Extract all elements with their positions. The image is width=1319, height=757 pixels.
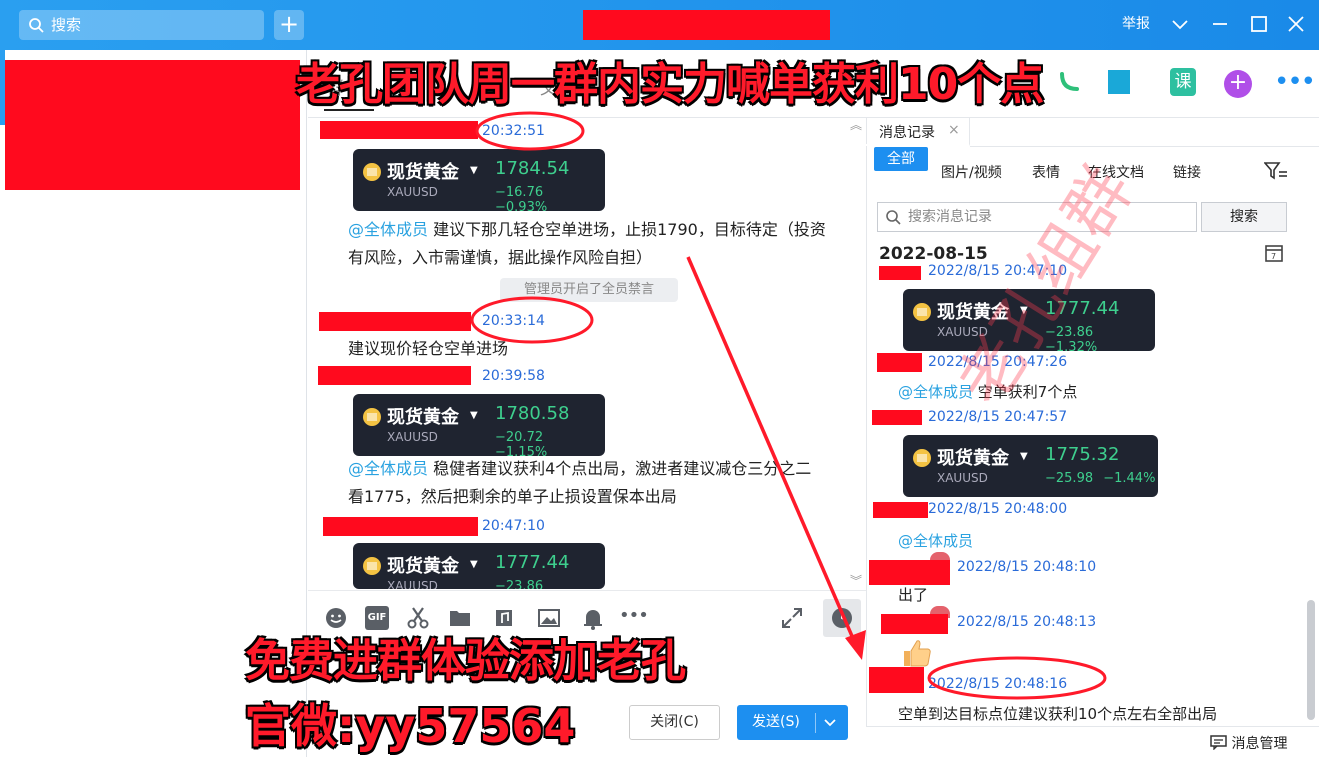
promo-line-2: 官微:yy57564	[245, 699, 576, 753]
annotation-arrow	[686, 256, 860, 651]
promo-line-1: 免费进群体验添加老孔	[245, 634, 686, 687]
annotation-circle	[475, 111, 585, 151]
app-window: 搜索 + 举报 课 + ••• 群 文件 相 20:32:51 现货黄金 ▼ X…	[0, 0, 1319, 757]
annotation-arrowhead	[845, 630, 866, 660]
annotation-circle	[470, 296, 594, 344]
annotation-circle	[927, 656, 1107, 700]
promo-headline: 老孔团队周一群内实力喊单获利10个点	[296, 59, 1044, 110]
